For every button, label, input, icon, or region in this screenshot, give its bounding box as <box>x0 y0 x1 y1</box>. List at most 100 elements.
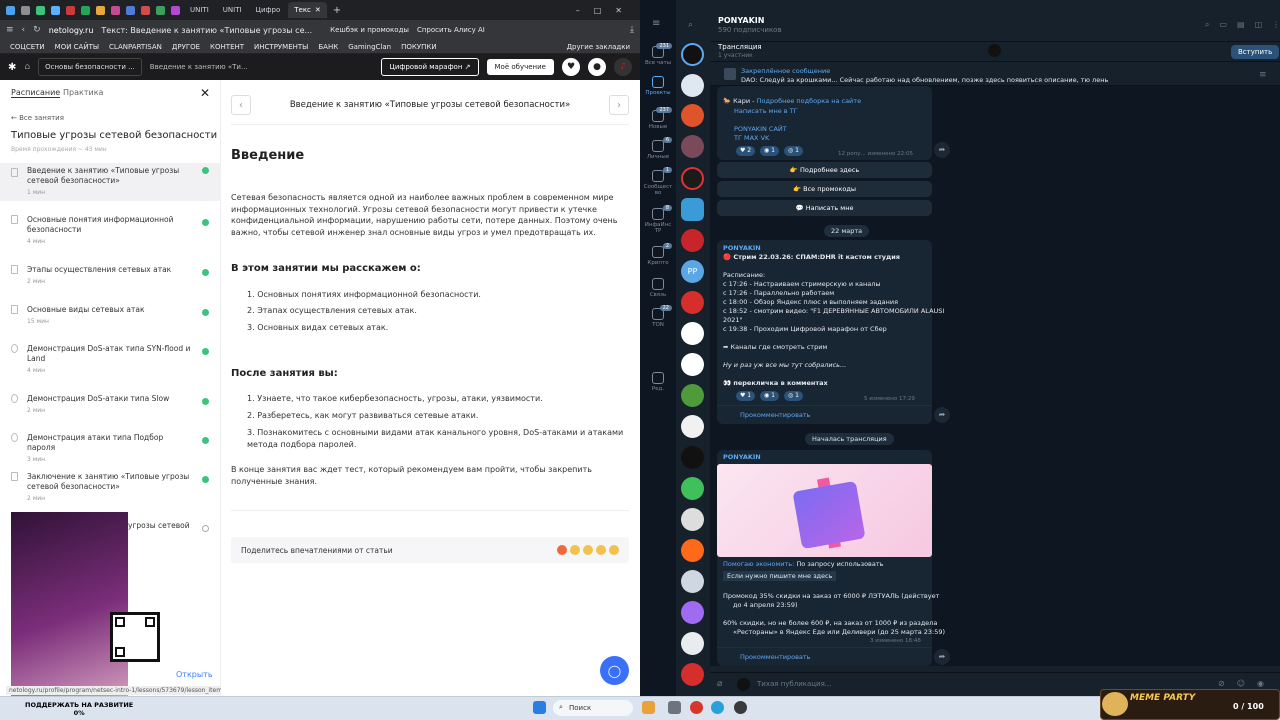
channel-name[interactable]: PONYAKIN <box>718 16 764 25</box>
marathon-button[interactable]: Цифровой марафон ↗ <box>381 58 479 76</box>
cashback-button[interactable]: Кешбэк и промокоды <box>330 26 409 34</box>
reaction-pill[interactable]: ♥ 1 <box>736 391 756 401</box>
compose-actions[interactable]: ⊘☺◉ <box>1218 679 1276 688</box>
chat-avatar[interactable] <box>681 353 704 376</box>
bookmark-other[interactable]: ДРУГОЕ <box>172 43 200 51</box>
lesson-item[interactable]: Основные виды сетевых атак 15 мин <box>0 305 221 325</box>
tab-favicon[interactable] <box>96 5 105 15</box>
chat-avatar[interactable] <box>681 322 704 345</box>
folder-contacts[interactable]: Связь <box>642 278 674 298</box>
tab-favicon[interactable] <box>111 5 120 15</box>
obs-icon[interactable] <box>734 701 747 714</box>
header-actions[interactable]: ⌕▭▤◫⋮ <box>1205 20 1280 30</box>
tab-schedule[interactable]: Расписание <box>11 88 61 98</box>
folder-personal[interactable]: Личные 6 <box>642 137 674 160</box>
tab-active-text[interactable]: Текс ✕ <box>288 2 327 18</box>
profile-icon[interactable]: ● <box>588 58 606 76</box>
tab-favicon[interactable] <box>126 5 135 15</box>
lesson-item[interactable]: Заключение к занятию «Типовые угрозы сет… <box>0 472 221 502</box>
folder-info[interactable]: ИнфаИнс ТР 8 <box>642 205 674 234</box>
bookmark-gamingclan[interactable]: GamingClan <box>348 43 391 51</box>
tab-close-icon[interactable]: ✕ <box>315 6 321 14</box>
tab-favicon[interactable] <box>66 5 75 15</box>
folder-all[interactable]: Все чаты 231 <box>642 43 674 66</box>
app-icon[interactable] <box>668 701 681 714</box>
msg-link[interactable]: Каналы где смотреть стрим <box>731 343 828 351</box>
chat-avatar[interactable] <box>681 446 704 469</box>
tab-favicon[interactable] <box>21 5 30 15</box>
menu-icon[interactable]: ≡ <box>652 18 660 29</box>
comment-button[interactable]: Прокомментировать <box>740 411 811 419</box>
msg-link[interactable]: Подробнее подборка на сайте <box>757 97 861 105</box>
msg-links[interactable]: ТГ MAX VK <box>734 134 769 142</box>
logo-icon[interactable]: ✱ <box>8 62 16 73</box>
rating-2-icon[interactable] <box>570 545 580 555</box>
msg-author[interactable]: PONYAKIN <box>723 244 761 252</box>
reaction-pill[interactable]: ♥ 2 <box>736 146 756 156</box>
chat-avatar[interactable] <box>681 198 704 221</box>
msg-link[interactable]: Помогаю экономить: <box>723 560 794 568</box>
reaction-pill[interactable]: ◎ 1 <box>784 146 803 156</box>
close-icon[interactable]: ✕ <box>200 86 210 100</box>
gift-image[interactable] <box>717 464 932 557</box>
chat-avatar[interactable]: PP <box>681 260 704 283</box>
forward-icon[interactable]: ➦ <box>934 407 950 423</box>
folder-edit[interactable]: Ред. <box>642 372 674 392</box>
inline-button-more[interactable]: 👉 Подробнее здесь <box>717 162 932 178</box>
bookmark-tools[interactable]: ИНСТРУМЕНТЫ <box>254 43 308 51</box>
chat-avatar[interactable] <box>681 229 704 252</box>
window-controls[interactable]: –□✕ <box>576 6 636 15</box>
chat-avatar[interactable] <box>681 632 704 655</box>
chat-avatar[interactable] <box>681 570 704 593</box>
tab-uniti-2[interactable]: UNITI <box>217 2 248 18</box>
tab-favicon[interactable] <box>51 5 60 15</box>
folder-ton[interactable]: TON 22 <box>642 305 674 328</box>
breadcrumb-course[interactable]: Основы безопасности ... <box>38 58 142 76</box>
my-learning-button[interactable]: Моё обучение <box>486 59 554 75</box>
tab-marathon[interactable]: Цифро <box>250 2 287 18</box>
lesson-item[interactable]: Этапы осуществления сетевых атак 2 мин <box>0 265 221 285</box>
tab-favicon[interactable] <box>36 5 45 15</box>
start-icon[interactable] <box>533 701 546 714</box>
bookmark-shopping[interactable]: ПОКУПКИ <box>401 43 436 51</box>
reaction-pill[interactable]: ◉ 1 <box>760 146 779 156</box>
tab-favicon[interactable] <box>81 5 90 15</box>
new-tab-icon[interactable]: + <box>333 5 341 16</box>
rating-1-icon[interactable] <box>557 545 567 555</box>
reaction-pill[interactable]: ◎ 1 <box>784 391 803 401</box>
msg-link[interactable]: PONYAKIN САЙТ <box>734 125 787 133</box>
message-input[interactable]: Тихая публикация... <box>757 680 831 688</box>
rating-5-icon[interactable] <box>609 545 619 555</box>
download-icon[interactable]: ⤓ <box>630 25 634 35</box>
folder-projects[interactable]: Проекты <box>642 76 674 96</box>
search-icon[interactable]: ⌕ <box>688 20 693 30</box>
tab-favicon[interactable] <box>6 5 15 15</box>
rating-4-icon[interactable] <box>596 545 606 555</box>
lesson-item[interactable]: Демонстрация DoS-атак типа SYN-flood и L… <box>0 344 221 374</box>
avatar[interactable]: ♪ <box>614 58 632 76</box>
bookmark-socials[interactable]: СОЦСЕТИ <box>10 43 45 51</box>
chat-avatar[interactable] <box>681 384 704 407</box>
chat-avatar[interactable] <box>681 74 704 97</box>
lesson-item[interactable]: Введение к занятию «Типовые угрозы сетев… <box>0 163 221 201</box>
forward-icon[interactable]: ➦ <box>934 649 950 665</box>
tab-favicon[interactable] <box>156 5 165 15</box>
tab-favicon[interactable] <box>171 5 180 15</box>
chat-avatar[interactable] <box>681 415 704 438</box>
chat-avatar[interactable] <box>681 477 704 500</box>
chat-avatar[interactable] <box>681 539 704 562</box>
folder-new[interactable]: Новые 237 <box>642 107 674 130</box>
open-link[interactable]: Открыть <box>176 670 213 679</box>
tab-favicon[interactable] <box>141 5 150 15</box>
bookmark-my-sites[interactable]: МОИ САЙТЫ <box>55 43 99 51</box>
url-field[interactable]: netology.ru <box>49 26 94 35</box>
chat-avatar[interactable] <box>681 43 704 66</box>
msg-author[interactable]: PONYAKIN <box>723 453 761 461</box>
attach-icon[interactable]: ⌀ <box>717 679 722 689</box>
folder-crypto[interactable]: Крипто 2 <box>642 243 674 266</box>
rating-3-icon[interactable] <box>583 545 593 555</box>
lesson-item[interactable]: Основные понятия информационной безопасн… <box>0 215 221 245</box>
reload-icon[interactable]: ↻ <box>33 25 41 35</box>
chat-avatar[interactable] <box>681 291 704 314</box>
prev-lesson-button[interactable]: ‹ <box>231 95 251 115</box>
